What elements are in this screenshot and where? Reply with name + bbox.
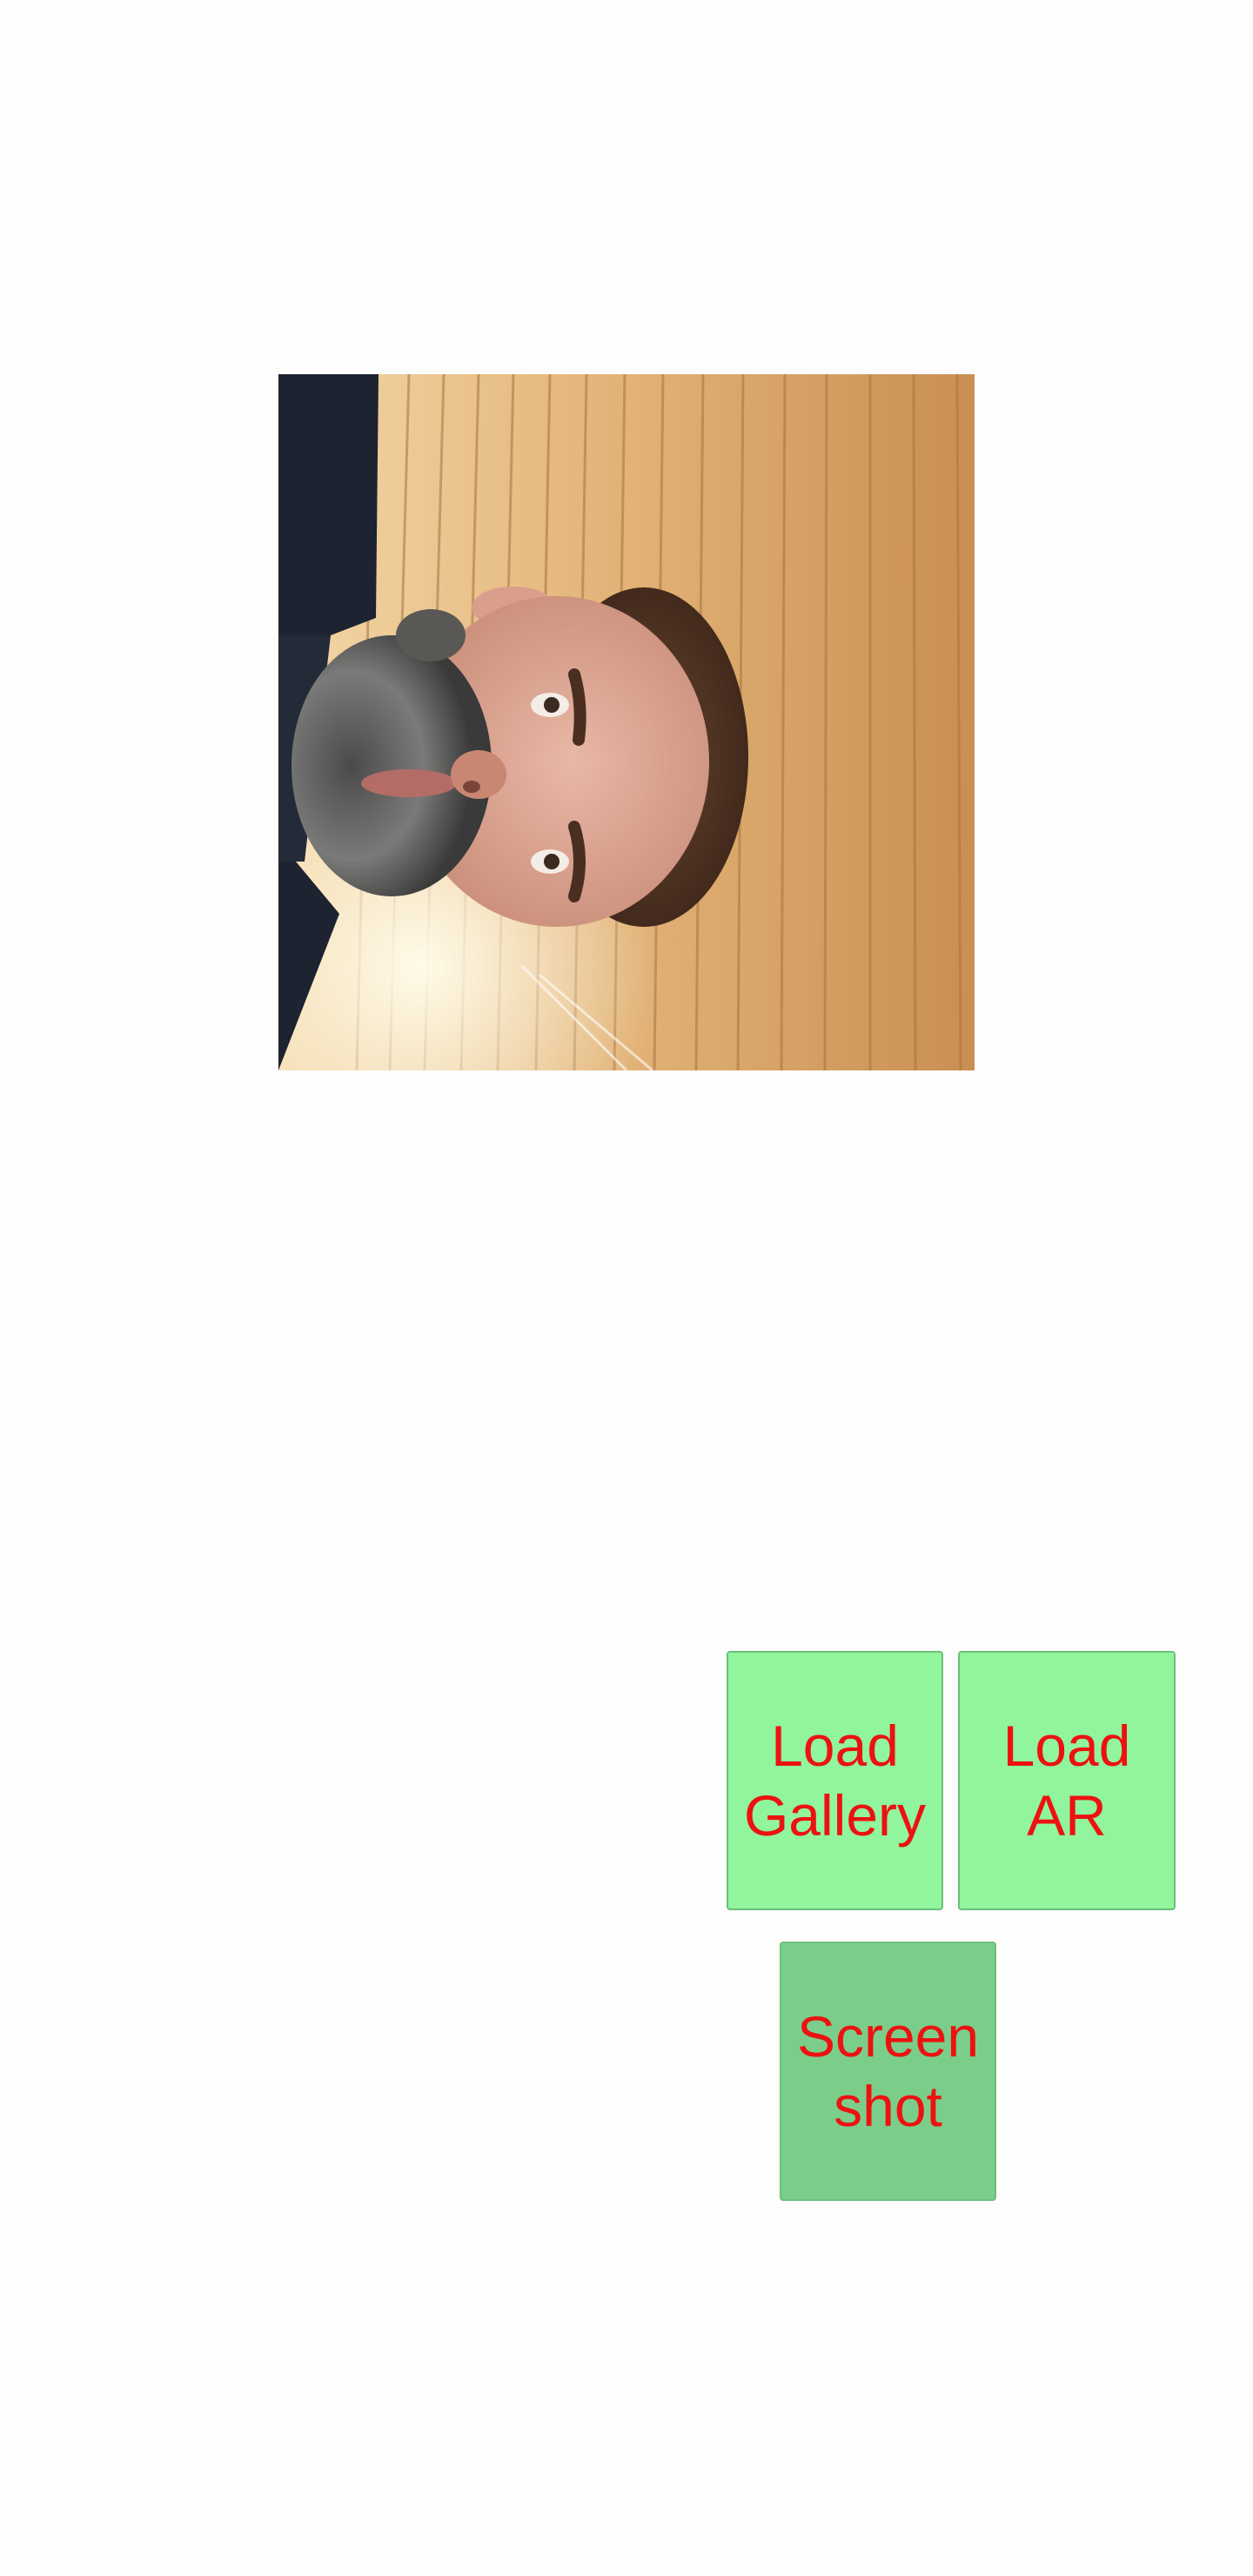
load-gallery-button[interactable]: Load Gallery [727,1651,943,1910]
app-screen: Load Gallery Load AR Screen shot [0,0,1253,2576]
load-gallery-label: Load Gallery [743,1714,927,1848]
screenshot-button[interactable]: Screen shot [780,1942,996,2201]
screenshot-label: Screen shot [796,2004,980,2138]
preview-photo [278,374,975,1070]
load-ar-label: Load AR [1002,1714,1131,1848]
photo-image [278,374,975,1070]
load-ar-button[interactable]: Load AR [958,1651,1176,1910]
